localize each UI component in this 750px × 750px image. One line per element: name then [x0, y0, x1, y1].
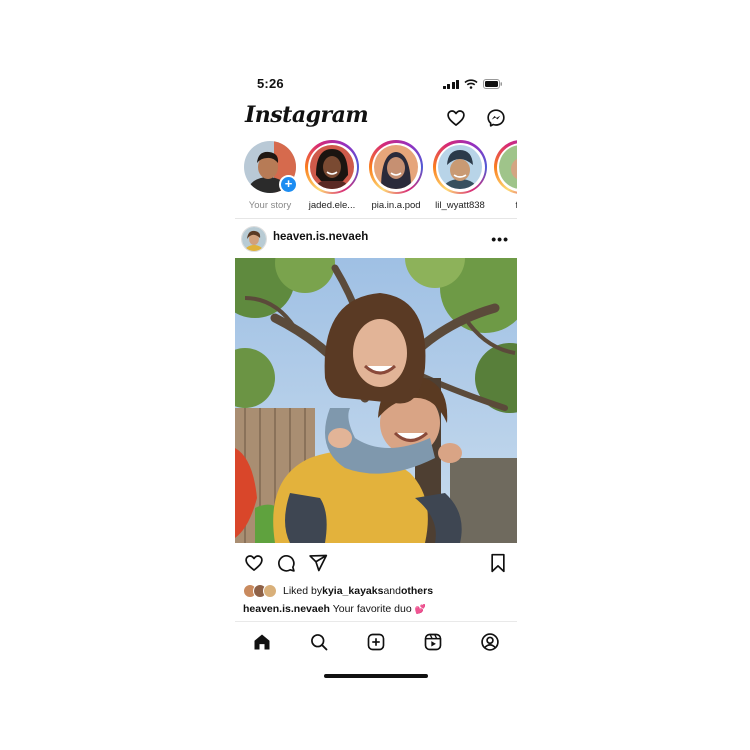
bookmark-icon[interactable]: [487, 552, 509, 574]
story-fre[interactable]: fre: [489, 140, 517, 211]
likes-others[interactable]: others: [401, 585, 433, 597]
story-label: fre: [489, 200, 517, 211]
stories-tray: + Your story jaded.ele... pia.in.a.pod l…: [235, 140, 517, 216]
story-label: jaded.ele...: [308, 200, 356, 211]
home-indicator[interactable]: [324, 674, 428, 678]
more-options-icon[interactable]: •••: [491, 231, 509, 247]
avatar: [438, 145, 482, 189]
status-time: 5:26: [257, 76, 284, 91]
comment-icon[interactable]: [275, 552, 297, 574]
search-icon[interactable]: [307, 630, 331, 654]
story-your-story[interactable]: + Your story: [238, 140, 302, 211]
phone-screen: 5:26 Instagram + Your story jaded.ele...…: [235, 70, 517, 690]
reels-icon[interactable]: [421, 630, 445, 654]
share-icon[interactable]: [307, 552, 329, 574]
post-header: heaven.is.nevaeh •••: [235, 225, 517, 253]
story-jaded[interactable]: jaded.ele...: [300, 140, 364, 211]
new-post-icon[interactable]: [364, 630, 388, 654]
story-lil-wyatt[interactable]: lil_wyatt838: [428, 140, 492, 211]
avatar: [263, 584, 277, 598]
avatar[interactable]: [241, 226, 267, 252]
avatar: [310, 145, 354, 189]
caption-emoji: 💕: [414, 604, 426, 614]
status-icons: [442, 79, 504, 89]
header-icons: [445, 107, 507, 129]
post-caption: heaven.is.nevaeh Your favorite duo 💕: [243, 603, 426, 615]
post-image[interactable]: [235, 258, 517, 543]
avatar: [499, 145, 517, 189]
bottom-nav: [235, 628, 517, 658]
heart-icon[interactable]: [445, 107, 467, 129]
signal-icon: [442, 79, 459, 89]
add-story-icon[interactable]: +: [279, 175, 298, 194]
liked-by-user[interactable]: kyia_kayaks: [322, 585, 383, 597]
status-bar: 5:26: [235, 70, 517, 98]
story-label: lil_wyatt838: [435, 200, 485, 211]
wifi-icon: [464, 79, 478, 89]
profile-icon[interactable]: [478, 630, 502, 654]
battery-icon: [483, 79, 502, 89]
instagram-logo[interactable]: Instagram: [245, 102, 369, 128]
home-icon[interactable]: [250, 630, 274, 654]
divider: [235, 621, 517, 622]
caption-username[interactable]: heaven.is.nevaeh: [243, 603, 330, 615]
post-username[interactable]: heaven.is.nevaeh: [273, 231, 368, 243]
story-pia[interactable]: pia.in.a.pod: [364, 140, 428, 211]
likes-summary[interactable]: Liked by kyia_kayaks and others: [243, 583, 433, 599]
story-label: pia.in.a.pod: [371, 200, 421, 211]
caption-text: Your favorite duo: [329, 603, 415, 615]
messenger-icon[interactable]: [485, 107, 507, 129]
story-label: Your story: [248, 200, 292, 211]
like-icon[interactable]: [243, 552, 265, 574]
avatar: [374, 145, 418, 189]
liker-avatars: [243, 584, 277, 598]
app-header: Instagram: [235, 102, 517, 132]
likes-prefix: Liked by: [283, 585, 323, 597]
post-actions: [235, 552, 517, 576]
divider: [235, 218, 517, 219]
likes-middle: and: [383, 585, 401, 597]
